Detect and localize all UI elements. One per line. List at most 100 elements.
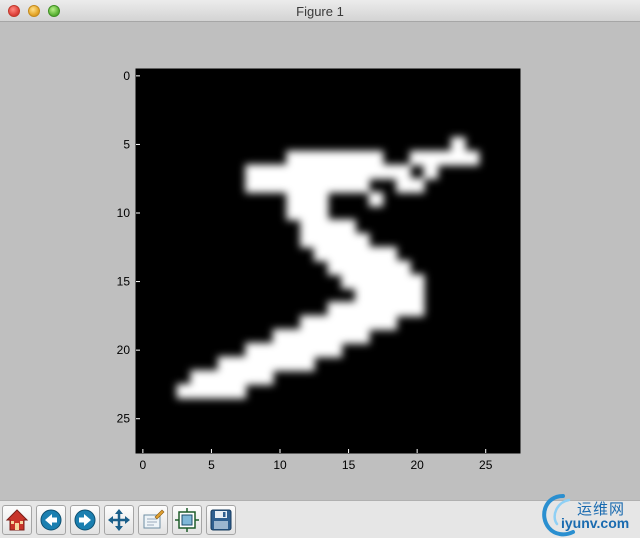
image-pixel	[341, 301, 356, 317]
image-pixel	[313, 219, 329, 235]
image-pixel	[368, 150, 384, 166]
image-pixel	[245, 342, 260, 358]
image-pixel	[341, 164, 356, 180]
watermark: 运维网 iyunv.com	[535, 490, 640, 538]
image-pixel	[368, 260, 384, 276]
image-pixel	[258, 178, 274, 193]
image-pixel	[382, 274, 398, 289]
image-pixel	[300, 329, 315, 344]
window-title: Figure 1	[296, 4, 344, 19]
image-pixel	[341, 233, 356, 248]
image-pixel	[327, 315, 343, 331]
image-pixel	[354, 246, 370, 262]
image-pixel	[231, 356, 247, 372]
image-pixel	[396, 164, 411, 180]
y-tick-label: 5	[123, 137, 130, 151]
x-tick-label: 10	[273, 458, 287, 472]
image-pixel	[423, 164, 439, 180]
image-pixel	[341, 329, 356, 344]
forward-arrow-icon	[74, 509, 96, 531]
image-pixel	[354, 274, 370, 289]
zoom-rect-button[interactable]	[138, 505, 168, 535]
image-pixel	[368, 301, 384, 317]
figure-canvas[interactable]: 0 5 10 15 20 25 0 5 10 15 20 25	[0, 22, 640, 500]
image-pixel	[354, 287, 370, 303]
image-pixel	[327, 260, 343, 276]
image-pixel	[327, 178, 343, 193]
image-pixel	[258, 356, 274, 372]
x-tick-label: 15	[342, 458, 356, 472]
image-pixel	[217, 356, 233, 372]
image-pixel	[231, 383, 247, 399]
back-arrow-icon	[40, 509, 62, 531]
image-pixel	[245, 370, 260, 385]
image-pixel	[286, 150, 302, 166]
image-pixel	[464, 150, 480, 166]
image-pixel	[423, 150, 439, 166]
image-pixel	[341, 260, 356, 276]
image-pixel	[286, 342, 302, 358]
image-pixel	[300, 356, 315, 372]
image-pixel	[341, 178, 356, 193]
pan-button[interactable]	[104, 505, 134, 535]
y-tick-label: 10	[117, 206, 131, 220]
x-tick-label: 20	[410, 458, 424, 472]
image-pixel	[258, 164, 274, 180]
image-pixel	[313, 342, 329, 358]
image-pixel	[409, 274, 425, 289]
image-pixel	[396, 301, 411, 317]
image-pixel	[327, 246, 343, 262]
back-button[interactable]	[36, 505, 66, 535]
image-pixel	[382, 246, 398, 262]
image-pixel	[396, 260, 411, 276]
image-pixel	[327, 301, 343, 317]
watermark-en-text: iyunv.com	[561, 515, 630, 531]
image-pixel	[354, 301, 370, 317]
home-button[interactable]	[2, 505, 32, 535]
image-pixel	[450, 150, 466, 166]
image-pixel	[300, 178, 315, 193]
image-pixel	[272, 164, 288, 180]
image-pixel	[382, 260, 398, 276]
image-pixel	[368, 287, 384, 303]
save-button[interactable]	[206, 505, 236, 535]
image-pixel	[204, 383, 219, 399]
forward-button[interactable]	[70, 505, 100, 535]
image-pixel	[327, 233, 343, 248]
image-pixel	[341, 150, 356, 166]
image-pixel	[313, 246, 329, 262]
image-pixel	[245, 356, 260, 372]
image-pixel	[313, 150, 329, 166]
image-pixel	[396, 178, 411, 193]
image-pixel	[300, 191, 315, 207]
subplots-button[interactable]	[172, 505, 202, 535]
image-pixel	[382, 301, 398, 317]
image-pixel	[217, 370, 233, 385]
image-pixel	[354, 178, 370, 193]
image-pixel	[409, 287, 425, 303]
image-pixel	[300, 205, 315, 221]
image-pixel	[341, 246, 356, 262]
image-pixel	[368, 164, 384, 180]
image-pixel	[354, 315, 370, 331]
image-pixel	[313, 191, 329, 207]
image-pixel	[409, 301, 425, 317]
image-pixel	[450, 137, 466, 152]
image-pixel	[313, 178, 329, 193]
subplots-icon	[175, 508, 199, 532]
x-tick-label: 0	[140, 458, 147, 472]
image-pixel	[327, 150, 343, 166]
image-pixel	[300, 164, 315, 180]
image-pixel	[382, 287, 398, 303]
x-tick-label: 25	[479, 458, 493, 472]
image-pixel	[409, 178, 425, 193]
image-pixel	[300, 219, 315, 235]
image-pixel	[396, 274, 411, 289]
image-pixel	[286, 329, 302, 344]
title-bar: Figure 1	[0, 0, 640, 22]
image-pixel	[368, 315, 384, 331]
image-pixel	[258, 342, 274, 358]
image-pixel	[272, 342, 288, 358]
image-pixel	[245, 178, 260, 193]
image-pixel	[286, 191, 302, 207]
